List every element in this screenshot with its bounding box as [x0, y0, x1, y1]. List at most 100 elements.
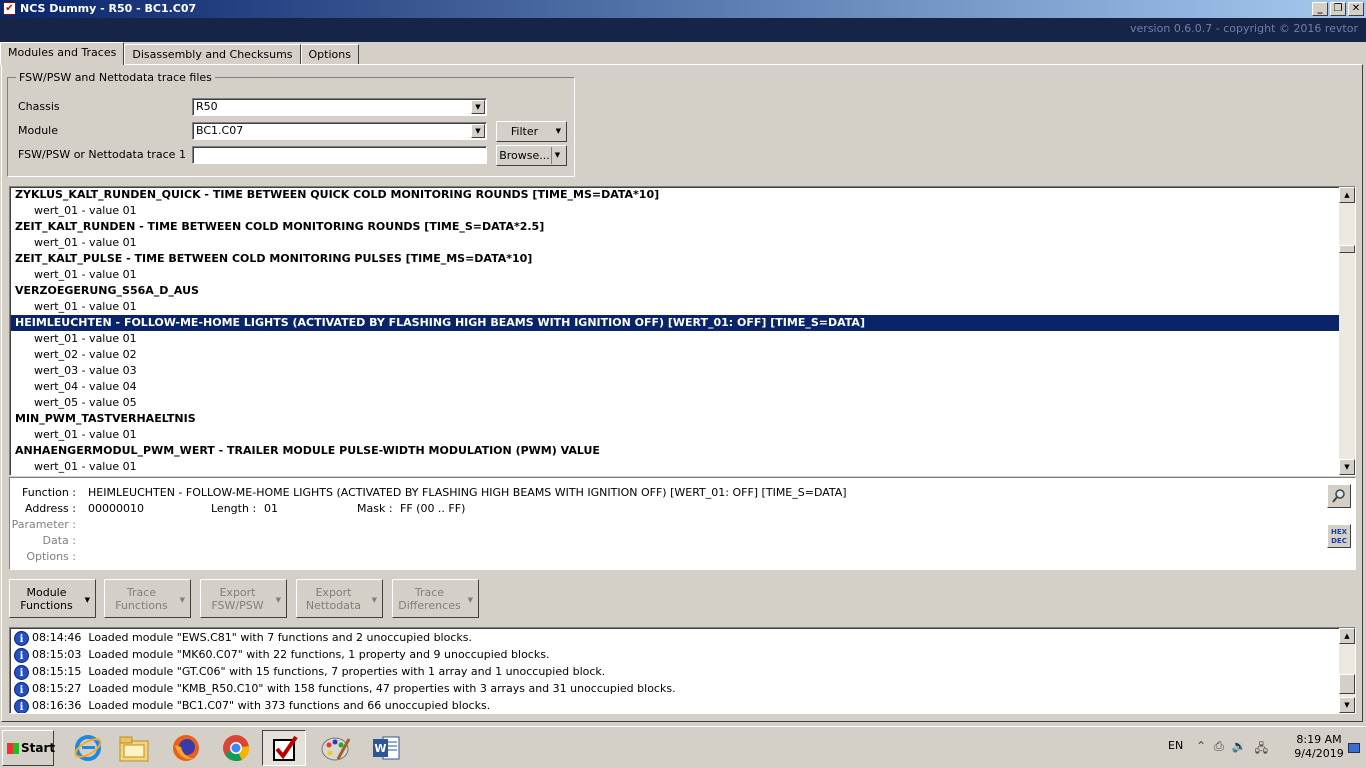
- info-icon: i: [14, 698, 29, 713]
- scroll-thumb[interactable]: [1339, 674, 1355, 694]
- scroll-down-icon[interactable]: ▼: [1339, 459, 1355, 475]
- function-detail-panel: Function : HEIMLEUCHTEN - FOLLOW-ME-HOME…: [9, 477, 1356, 570]
- list-item[interactable]: wert_01 - value 01: [11, 299, 1341, 315]
- window-title: NCS Dummy - R50 - BC1.C07: [20, 2, 197, 15]
- chevron-down-icon[interactable]: ▼: [551, 147, 563, 164]
- tab-options[interactable]: Options: [300, 44, 359, 65]
- trace-differences-line1: Trace: [414, 586, 445, 599]
- scroll-down-icon[interactable]: ▼: [1339, 697, 1355, 713]
- log-entry: i 08:15:27 Loaded module "KMB_R50.C10" wi…: [14, 680, 676, 697]
- list-item[interactable]: wert_05 - value 05: [11, 395, 1341, 411]
- list-item-selected[interactable]: HEIMLEUCHTEN - FOLLOW-ME-HOME LIGHTS (AC…: [11, 315, 1341, 331]
- export-nettodata-button[interactable]: Export Nettodata ▼: [296, 579, 383, 618]
- chassis-value: R50: [196, 100, 218, 113]
- printer-icon[interactable]: ⎙: [1214, 739, 1224, 760]
- scroll-up-icon[interactable]: ▲: [1339, 628, 1355, 644]
- log-scrollbar[interactable]: ▲ ▼: [1339, 628, 1355, 713]
- windows-logo-icon: [7, 743, 19, 754]
- list-item[interactable]: ZEIT_KALT_RUNDEN - TIME BETWEEN COLD MON…: [11, 219, 1341, 235]
- export-fsw-psw-button[interactable]: Export FSW/PSW ▼: [200, 579, 287, 618]
- ncs-dummy-icon[interactable]: [262, 730, 306, 766]
- trace-functions-button[interactable]: Trace Functions ▼: [104, 579, 191, 618]
- log-list[interactable]: i 08:14:46 Loaded module "EWS.C81" with 7…: [9, 627, 1356, 714]
- list-item[interactable]: wert_01 - value 01: [11, 427, 1341, 443]
- function-value: HEIMLEUCHTEN - FOLLOW-ME-HOME LIGHTS (AC…: [88, 486, 847, 499]
- log-entry: i 08:15:15 Loaded module "GT.C06" with 15…: [14, 663, 605, 680]
- filter-button[interactable]: Filter ▼: [496, 121, 567, 142]
- search-button[interactable]: [1327, 484, 1351, 508]
- hex-label: HEX: [1330, 528, 1348, 536]
- function-list-scrollbar[interactable]: ▲ ▼: [1339, 187, 1355, 475]
- module-value: BC1.C07: [196, 124, 244, 137]
- version-banner: version 0.6.0.7 - copyright © 2016 revto…: [0, 18, 1366, 42]
- function-label: Function :: [22, 486, 76, 499]
- word-icon[interactable]: W: [364, 730, 408, 766]
- scroll-up-icon[interactable]: ▲: [1339, 187, 1355, 203]
- log-time: 08:14:46: [32, 631, 82, 644]
- file-explorer-icon[interactable]: [112, 730, 156, 766]
- chevron-down-icon[interactable]: ▼: [471, 124, 485, 138]
- chevron-down-icon[interactable]: ▼: [471, 100, 485, 114]
- log-entry: i 08:16:36 Loaded module "BC1.C07" with 3…: [14, 697, 490, 713]
- list-item[interactable]: wert_02 - value 02: [11, 347, 1341, 363]
- log-text: Loaded module "KMB_R50.C10" with 158 fun…: [88, 682, 676, 695]
- list-item[interactable]: wert_01 - value 01: [11, 235, 1341, 251]
- list-item[interactable]: ZYKLUS_KALT_RUNDEN_QUICK - TIME BETWEEN …: [11, 187, 1341, 203]
- list-item[interactable]: wert_04 - value 04: [11, 379, 1341, 395]
- trace-label: FSW/PSW or Nettodata trace 1: [18, 148, 186, 161]
- browse-button[interactable]: Browse... ▼: [496, 145, 567, 166]
- module-functions-line2: Functions: [20, 599, 73, 612]
- info-icon: i: [14, 647, 29, 663]
- info-icon: i: [14, 681, 29, 697]
- list-item[interactable]: ANHAENGERMODUL_PWM_WERT - TRAILER MODULE…: [11, 443, 1341, 459]
- list-item[interactable]: wert_01 - value 01: [11, 331, 1341, 347]
- network-icon[interactable]: 🖧: [1255, 739, 1268, 760]
- list-item[interactable]: VERZOEGERUNG_S56A_D_AUS: [11, 283, 1341, 299]
- restore-button[interactable]: ❐: [1330, 2, 1346, 16]
- show-desktop-icon[interactable]: [1348, 743, 1360, 753]
- trace-file-input[interactable]: [192, 146, 487, 164]
- tab-modules-and-traces[interactable]: Modules and Traces: [0, 42, 125, 65]
- list-item[interactable]: wert_01 - value 01: [11, 267, 1341, 283]
- firefox-icon[interactable]: [164, 730, 208, 766]
- clock[interactable]: 8:19 AM 9/4/2019: [1284, 733, 1354, 761]
- trace-functions-line2: Functions: [115, 599, 168, 612]
- module-select[interactable]: BC1.C07 ▼: [192, 122, 487, 140]
- paint-icon[interactable]: [314, 730, 358, 766]
- list-item[interactable]: wert_01 - value 01: [11, 459, 1341, 475]
- list-item[interactable]: ZEIT_KALT_PULSE - TIME BETWEEN COLD MONI…: [11, 251, 1341, 267]
- length-label: Length :: [211, 502, 257, 515]
- data-label: Data :: [42, 534, 76, 547]
- module-functions-button[interactable]: Module Functions ▼: [9, 579, 96, 618]
- minimize-button[interactable]: _: [1312, 2, 1328, 16]
- dec-label: DEC: [1331, 537, 1347, 545]
- list-item[interactable]: wert_01 - value 01: [11, 203, 1341, 219]
- list-item[interactable]: MIN_PWM_TASTVERHAELTNIS: [11, 411, 1341, 427]
- system-tray: ⌃ ⎙ 🔉 🖧: [1196, 739, 1268, 760]
- app-icon: ✔: [3, 2, 16, 15]
- export-fsw-line2: FSW/PSW: [211, 599, 264, 612]
- tab-disassembly-and-checksums[interactable]: Disassembly and Checksums: [124, 44, 301, 65]
- chevron-down-icon: ▼: [467, 596, 473, 604]
- log-time: 08:15:15: [32, 665, 82, 678]
- export-fsw-line1: Export: [219, 586, 256, 599]
- chrome-icon[interactable]: [214, 730, 258, 766]
- chevron-up-icon[interactable]: ⌃: [1196, 739, 1206, 760]
- function-list[interactable]: ZYKLUS_KALT_RUNDEN_QUICK - TIME BETWEEN …: [9, 186, 1356, 476]
- hex-dec-toggle-button[interactable]: HEX DEC: [1327, 524, 1351, 548]
- trace-differences-button[interactable]: Trace Differences ▼: [392, 579, 479, 618]
- log-time: 08:15:03: [32, 648, 82, 661]
- start-button[interactable]: Start: [2, 730, 56, 766]
- volume-icon[interactable]: 🔉: [1232, 739, 1247, 760]
- list-item[interactable]: wert_03 - value 03: [11, 363, 1341, 379]
- log-text: Loaded module "EWS.C81" with 7 functions…: [88, 631, 472, 644]
- internet-explorer-icon[interactable]: [66, 730, 110, 766]
- scroll-thumb[interactable]: [1339, 245, 1355, 253]
- taskbar: Start W EN ⌃ ⎙ 🔉 🖧 8:19 AM 9/4/2019: [0, 726, 1366, 768]
- chassis-select[interactable]: R50 ▼: [192, 98, 487, 116]
- language-indicator[interactable]: EN: [1168, 739, 1183, 752]
- start-label: Start: [21, 741, 56, 755]
- parameter-label: Parameter :: [11, 518, 76, 531]
- close-button[interactable]: ✕: [1348, 2, 1364, 16]
- log-text: Loaded module "GT.C06" with 15 functions…: [88, 665, 606, 678]
